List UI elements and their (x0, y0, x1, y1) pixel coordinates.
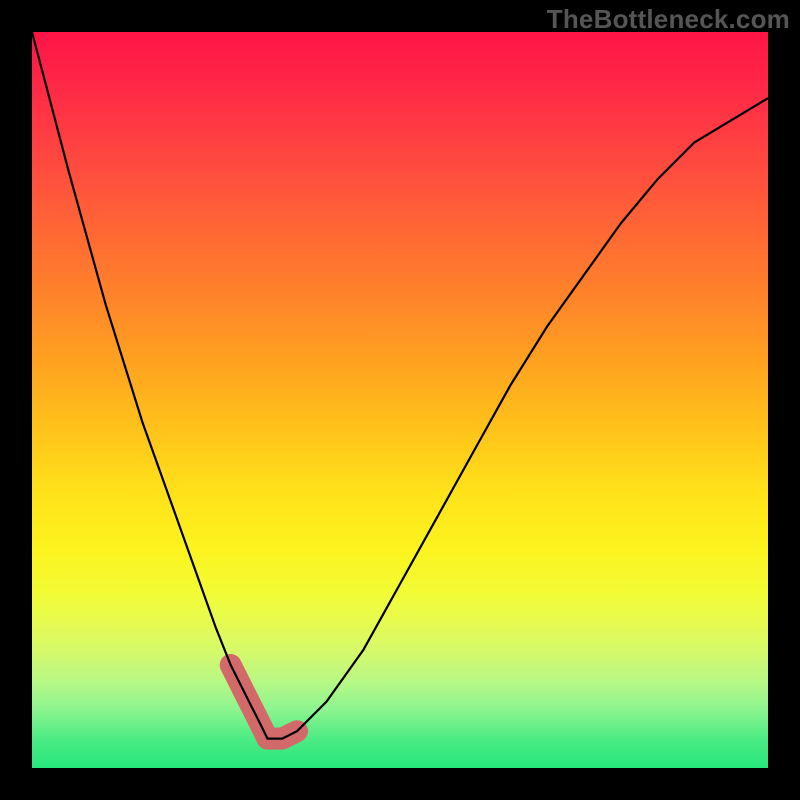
plot-area (32, 32, 768, 768)
chart-frame: TheBottleneck.com (0, 0, 800, 800)
watermark-label: TheBottleneck.com (547, 4, 790, 35)
curve-svg (32, 32, 768, 768)
curve-path (32, 32, 768, 739)
highlight-path (231, 665, 297, 739)
